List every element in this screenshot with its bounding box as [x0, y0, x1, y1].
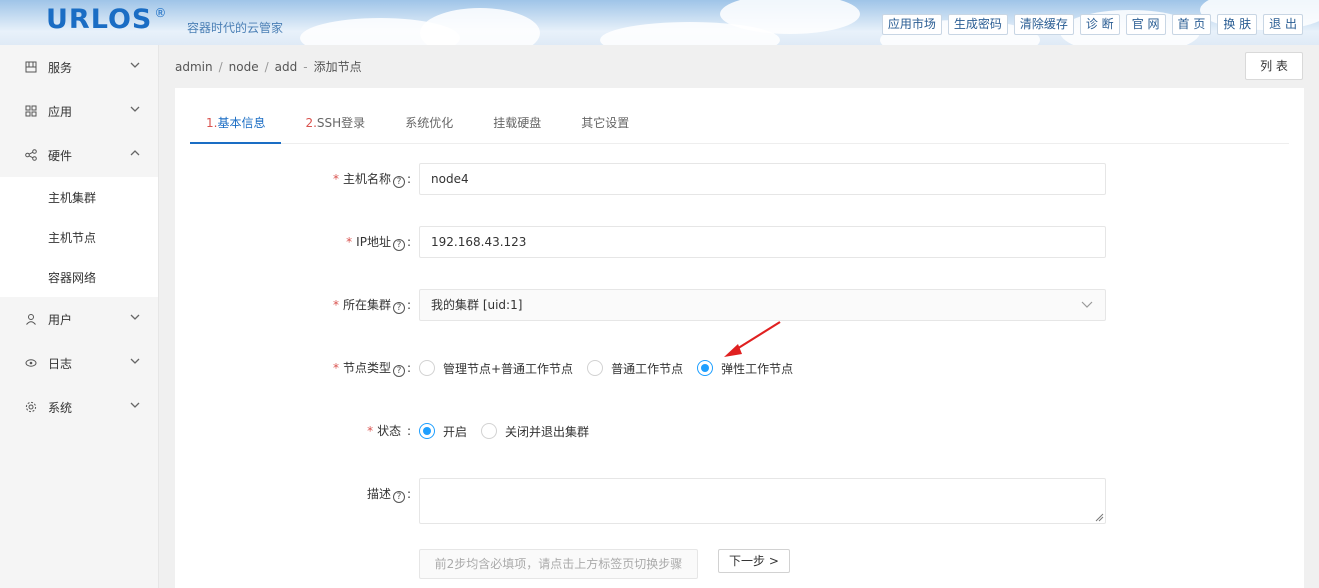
status-option-off[interactable]: 关闭并退出集群: [481, 423, 589, 440]
eye-icon: [25, 359, 37, 367]
tab-ssh-login[interactable]: 2.SSH登录: [289, 106, 381, 144]
nav-change-skin[interactable]: 换 肤: [1217, 14, 1258, 35]
help-icon[interactable]: ?: [392, 239, 405, 251]
breadcrumb-admin[interactable]: admin: [175, 60, 213, 74]
help-icon[interactable]: ?: [392, 176, 405, 188]
status-option-on[interactable]: 开启: [419, 423, 467, 440]
chevron-right-icon: >: [768, 554, 779, 568]
sidebar-item-host-node[interactable]: 主机节点: [0, 217, 158, 257]
sidebar-item-users[interactable]: 用户: [0, 297, 158, 341]
chevron-down-icon: [1081, 301, 1093, 308]
cluster-label: * 所在集群?:: [332, 298, 411, 314]
sidebar-item-service[interactable]: 服务: [0, 45, 158, 89]
resize-grip-icon[interactable]: [1095, 513, 1104, 522]
annotation-arrow-icon: [724, 321, 781, 357]
chevron-down-icon: [130, 402, 140, 408]
node-type-option-elastic[interactable]: 弹性工作节点: [697, 360, 793, 377]
nav-home[interactable]: 首 页: [1171, 14, 1212, 35]
radio-checked-icon: [419, 423, 435, 439]
nav-official-site[interactable]: 官 网: [1125, 14, 1166, 35]
node-type-option-worker[interactable]: 普通工作节点: [587, 360, 683, 377]
actions-row: 前2步均含必填项，请点击上方标签页切换步骤 下一步 >: [175, 549, 1304, 581]
sidebar-item-host-cluster[interactable]: 主机集群: [0, 177, 158, 217]
grid-icon: [25, 61, 37, 73]
nav-generate-password[interactable]: 生成密码: [947, 14, 1008, 35]
radio-icon: [481, 423, 498, 439]
logo[interactable]: URLOS ®: [46, 4, 166, 35]
slogan: 容器时代的云管家: [187, 21, 284, 35]
breadcrumb: admin / node / add - 添加节点: [175, 60, 362, 74]
sidebar-item-container-network[interactable]: 容器网络: [0, 257, 158, 297]
chevron-down-icon: [130, 106, 140, 112]
help-icon[interactable]: ?: [392, 365, 405, 377]
status-radios: 开启 关闭并退出集群: [419, 415, 603, 447]
radio-icon: [419, 360, 435, 376]
radio-checked-icon: [697, 360, 714, 376]
description-row: 描述?:: [175, 478, 1304, 524]
next-step-button[interactable]: 下一步 >: [718, 549, 790, 573]
tab-system-optimize[interactable]: 系统优化: [389, 106, 469, 144]
top-header: URLOS ® 容器时代的云管家 应用市场 生成密码 清除缓存 诊 断 官 网 首…: [0, 0, 1319, 45]
hostname-row: * 主机名称?: node4: [175, 163, 1304, 195]
required-hint-button: 前2步均含必填项，请点击上方标签页切换步骤: [419, 549, 698, 579]
sidebar-item-logs[interactable]: 日志: [0, 341, 158, 385]
ip-row: * IP地址?: 192.168.43.123: [175, 226, 1304, 258]
sidebar-item-hardware[interactable]: 硬件: [0, 133, 158, 177]
chevron-down-icon: [130, 314, 140, 320]
hostname-input[interactable]: node4: [419, 163, 1106, 195]
breadcrumb-node[interactable]: node: [229, 60, 259, 74]
node-type-label: * 节点类型?:: [332, 361, 411, 377]
nav-diagnose[interactable]: 诊 断: [1079, 14, 1120, 35]
radio-icon: [587, 360, 604, 376]
chevron-down-icon: [130, 358, 140, 364]
tab-mount-disk[interactable]: 挂载硬盘: [477, 106, 557, 144]
nav-clear-cache[interactable]: 清除缓存: [1013, 14, 1074, 35]
apps-icon: [25, 105, 37, 117]
tab-basic-info[interactable]: 1.基本信息: [190, 106, 282, 144]
sidebar-item-apps[interactable]: 应用: [0, 89, 158, 133]
breadcrumb-add: add: [274, 60, 298, 74]
gear-icon: [25, 401, 37, 413]
tab-other-settings[interactable]: 其它设置: [565, 106, 645, 144]
page-title: 添加节点: [313, 60, 362, 74]
status-row: * 状态 : 开启 关闭并退出集群: [175, 415, 1304, 447]
chevron-up-icon: [130, 150, 140, 156]
help-icon[interactable]: ?: [392, 302, 405, 314]
ip-label: * IP地址?:: [346, 235, 411, 251]
description-textarea[interactable]: [419, 478, 1106, 524]
hardware-submenu: 主机集群 主机节点 容器网络: [0, 177, 158, 297]
chevron-down-icon: [130, 62, 140, 68]
step-tabs: 1.基本信息 2.SSH登录 系统优化 挂载硬盘 其它设置: [190, 106, 1289, 144]
sidebar-item-system[interactable]: 系统: [0, 385, 158, 429]
top-nav: 应用市场 生成密码 清除缓存 诊 断 官 网 首 页 换 肤 退 出: [881, 14, 1303, 35]
nav-app-market[interactable]: 应用市场: [881, 14, 942, 35]
share-icon: [25, 149, 37, 161]
nav-logout[interactable]: 退 出: [1263, 14, 1303, 35]
ip-input[interactable]: 192.168.43.123: [419, 226, 1106, 258]
sidebar: 服务 应用 硬件 主机集群 主机节点 容器网络 用户 日志 系统: [0, 45, 159, 588]
list-button[interactable]: 列 表: [1245, 52, 1303, 80]
description-label: 描述?:: [366, 487, 411, 503]
user-icon: [26, 314, 36, 325]
help-icon[interactable]: ?: [392, 491, 405, 503]
status-label: * 状态 :: [367, 424, 411, 438]
node-type-option-manager[interactable]: 管理节点+普通工作节点: [419, 360, 573, 377]
hostname-label: * 主机名称?:: [332, 172, 411, 188]
